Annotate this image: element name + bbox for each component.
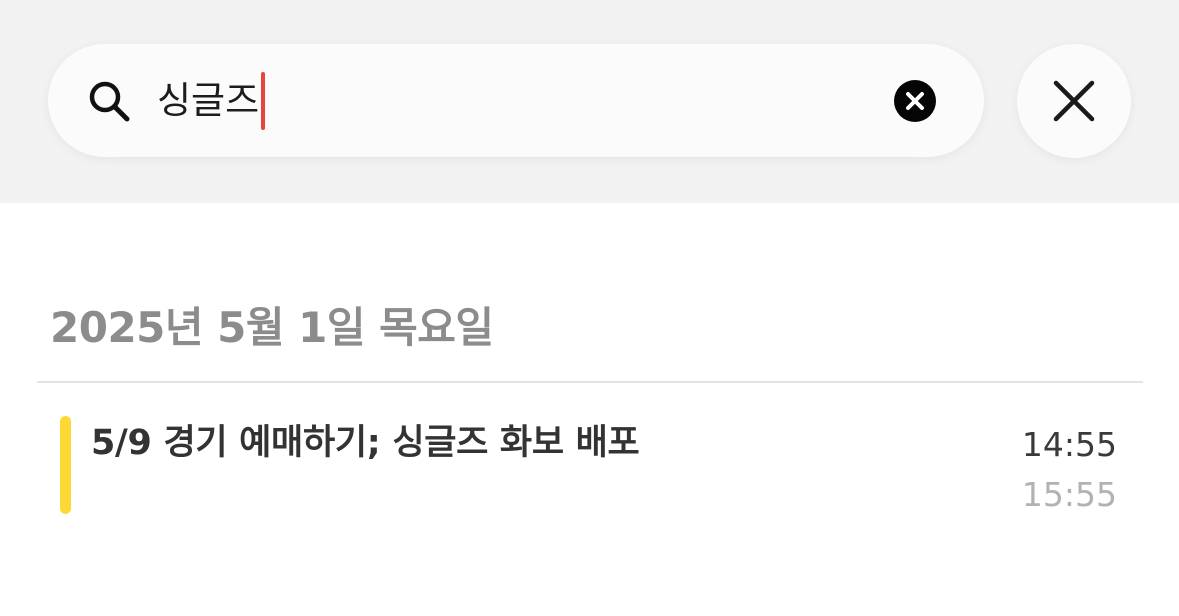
close-search-button[interactable] xyxy=(1017,44,1131,158)
clear-search-button[interactable] xyxy=(894,80,936,122)
date-heading: 2025년 5월 1일 목요일 xyxy=(50,303,494,352)
event-start-time: 14:55 xyxy=(1021,425,1117,464)
event-row[interactable]: 5/9 경기 예매하기; 싱글즈 화보 배포 14:55 15:55 xyxy=(37,400,1143,530)
close-icon xyxy=(1053,80,1095,122)
search-icon xyxy=(86,78,132,124)
event-end-time: 15:55 xyxy=(1021,475,1117,514)
event-title: 5/9 경기 예매하기; 싱글즈 화보 배포 xyxy=(91,423,640,463)
event-color-bar xyxy=(60,416,71,514)
search-query-text: 싱글즈 xyxy=(157,79,260,122)
text-caret xyxy=(261,72,266,130)
search-input[interactable]: 싱글즈 xyxy=(157,72,266,130)
clear-icon xyxy=(906,92,924,110)
divider xyxy=(37,381,1143,383)
